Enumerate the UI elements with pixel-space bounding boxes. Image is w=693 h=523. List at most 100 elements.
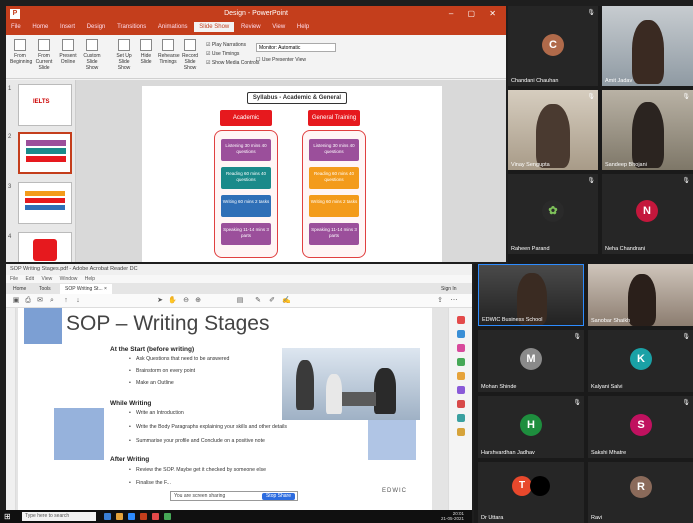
pdf-toolbar: ▣ ⎙ ✉ ⌕ ↑ ↓ ➤ ✋ ⊖ ⊕ ▤ ✎ ✐ ✍ ⇪ ⋯ [6, 294, 472, 308]
button-label: Hide Slide [140, 53, 152, 65]
sign-icon[interactable]: ✍ [282, 297, 291, 305]
participant-name: Amit Jadav [605, 78, 633, 84]
participant-tile[interactable]: Sanobar Shaikh [588, 264, 693, 326]
tab-help[interactable]: Help [292, 22, 314, 32]
tab-transitions[interactable]: Transitions [112, 22, 151, 32]
chrome-app-icon[interactable] [164, 513, 171, 520]
participant-avatar: N [636, 200, 658, 222]
participant-name: Raheen Parand [511, 246, 550, 252]
participant-tile[interactable]: T Dr Uttara [478, 462, 584, 523]
participant-tile[interactable]: N 🎙 Neha Chandrani [602, 174, 693, 254]
organize-icon[interactable] [457, 386, 465, 394]
acrobat-app-icon[interactable] [152, 513, 159, 520]
windows-start-icon[interactable]: ⊞ [4, 512, 13, 521]
fit-page-icon[interactable]: ▤ [236, 297, 244, 305]
mic-muted-icon: 🎙 [682, 400, 690, 406]
cursor-icon[interactable]: ➤ [156, 297, 164, 305]
tab-home[interactable]: Home [8, 284, 31, 294]
participant-tile[interactable]: 🎙 Vinay Sengupta [508, 90, 598, 170]
office-photo [282, 348, 420, 420]
hide-slide-button[interactable]: Hide Slide [136, 39, 156, 65]
email-icon[interactable]: ✉ [36, 297, 44, 305]
setup-show-button[interactable]: Set Up Slide Show [114, 39, 134, 71]
participant-tile[interactable]: K 🎙 Kalyani Salvi [588, 330, 693, 392]
from-beginning-button[interactable]: From Beginning [10, 39, 32, 65]
zoom-app-icon[interactable] [128, 513, 135, 520]
protect-icon[interactable] [457, 414, 465, 422]
next-page-icon[interactable]: ↓ [74, 297, 82, 305]
participant-tile[interactable]: Amit Jadav [602, 6, 693, 86]
slide-thumbnail[interactable]: IELTS [18, 84, 72, 126]
rehearse-button[interactable]: Rehearse Timings [158, 39, 180, 65]
menu-view[interactable]: View [41, 276, 52, 282]
tab-view[interactable]: View [267, 22, 290, 32]
current-slide[interactable]: Syllabus - Academic & General Academic G… [142, 86, 442, 262]
tab-file[interactable]: File [6, 22, 26, 32]
export-pdf-icon[interactable] [457, 344, 465, 352]
tab-review[interactable]: Review [236, 22, 266, 32]
slide-thumbnail-selected[interactable] [18, 132, 72, 174]
prev-page-icon[interactable]: ↑ [62, 297, 70, 305]
monitor-select[interactable]: Monitor: Automatic [256, 43, 336, 52]
participant-tile-active[interactable]: EDWIC Business School [478, 264, 584, 326]
slide-thumbnail[interactable] [18, 232, 72, 262]
use-timings-check[interactable]: ☑ Use Timings [206, 50, 259, 59]
timer-icon [162, 39, 174, 51]
window-controls[interactable]: – ▢ ✕ [449, 9, 502, 18]
slide-number: 4 [8, 234, 12, 240]
participant-tile[interactable]: M 🎙 Mohan Shinde [478, 330, 584, 392]
tab-document[interactable]: SOP Writing St... × [60, 284, 112, 294]
comment-tool-icon[interactable] [457, 358, 465, 366]
present-online-button[interactable]: Present Online [58, 39, 78, 65]
from-current-button[interactable]: From Current Slide [34, 39, 54, 71]
play-narrations-check[interactable]: ☑ Play Narrations [206, 41, 259, 50]
search-icon[interactable]: ⌕ [48, 297, 56, 305]
system-clock[interactable]: 20:01 21-05-2021 [441, 511, 464, 521]
tab-slide-show[interactable]: Slide Show [194, 22, 235, 32]
hand-icon[interactable]: ✋ [168, 297, 177, 305]
sign-in-link[interactable]: Sign In [436, 284, 462, 294]
participant-tile[interactable]: 🎙 Sandeep Bhojani [602, 90, 693, 170]
menu-help[interactable]: Help [85, 276, 95, 282]
custom-show-button[interactable]: Custom Slide Show [82, 39, 102, 71]
tab-insert[interactable]: Insert [55, 22, 80, 32]
tab-home[interactable]: Home [27, 22, 53, 32]
tab-animations[interactable]: Animations [153, 22, 193, 32]
tab-design[interactable]: Design [82, 22, 111, 32]
create-pdf-icon[interactable] [457, 316, 465, 324]
zoom-in-icon[interactable]: ⊕ [194, 297, 202, 305]
participant-tile[interactable]: ✿ 🎙 Raheen Parand [508, 174, 598, 254]
academic-writing: Writing 60 mins 2 tasks [221, 195, 271, 217]
combine-icon[interactable] [457, 372, 465, 380]
photo-laptop [342, 392, 376, 406]
fill-sign-icon[interactable] [457, 428, 465, 436]
menu-window[interactable]: Window [60, 276, 78, 282]
record-icon [184, 39, 196, 51]
participant-tile[interactable]: S 🎙 Sakshi Mhatre [588, 396, 693, 458]
save-icon[interactable]: ▣ [12, 297, 20, 305]
more-icon[interactable]: ⋯ [450, 297, 458, 305]
media-controls-check[interactable]: ☑ Show Media Controls [206, 59, 259, 68]
participant-tile[interactable]: H 🎙 Harshvardhan Jadhav [478, 396, 584, 458]
comment-icon[interactable]: ✎ [254, 297, 262, 305]
redact-icon[interactable] [457, 400, 465, 408]
print-icon[interactable]: ⎙ [24, 297, 32, 305]
stop-share-button[interactable]: Stop Share [261, 493, 295, 500]
powerpoint-app-icon[interactable] [140, 513, 147, 520]
menu-edit[interactable]: Edit [25, 276, 34, 282]
participant-tile[interactable]: R Ravi [588, 462, 693, 523]
zoom-out-icon[interactable]: ⊖ [182, 297, 190, 305]
tab-tools[interactable]: Tools [34, 284, 56, 294]
participant-name: Chandani Chauhan [511, 78, 559, 84]
taskbar-search-input[interactable]: Type here to search [22, 512, 96, 521]
presenter-view-check[interactable]: ☐ Use Presenter View [256, 57, 306, 63]
participant-tile[interactable]: C 🎙 Chandani Chauhan [508, 6, 598, 86]
share-icon[interactable]: ⇪ [436, 297, 444, 305]
file-explorer-icon[interactable] [116, 513, 123, 520]
menu-file[interactable]: File [10, 276, 18, 282]
edit-pdf-icon[interactable] [457, 330, 465, 338]
task-view-icon[interactable] [104, 513, 111, 520]
slide-thumbnail[interactable] [18, 182, 72, 224]
record-button[interactable]: Record Slide Show [180, 39, 200, 71]
highlight-icon[interactable]: ✐ [268, 297, 276, 305]
